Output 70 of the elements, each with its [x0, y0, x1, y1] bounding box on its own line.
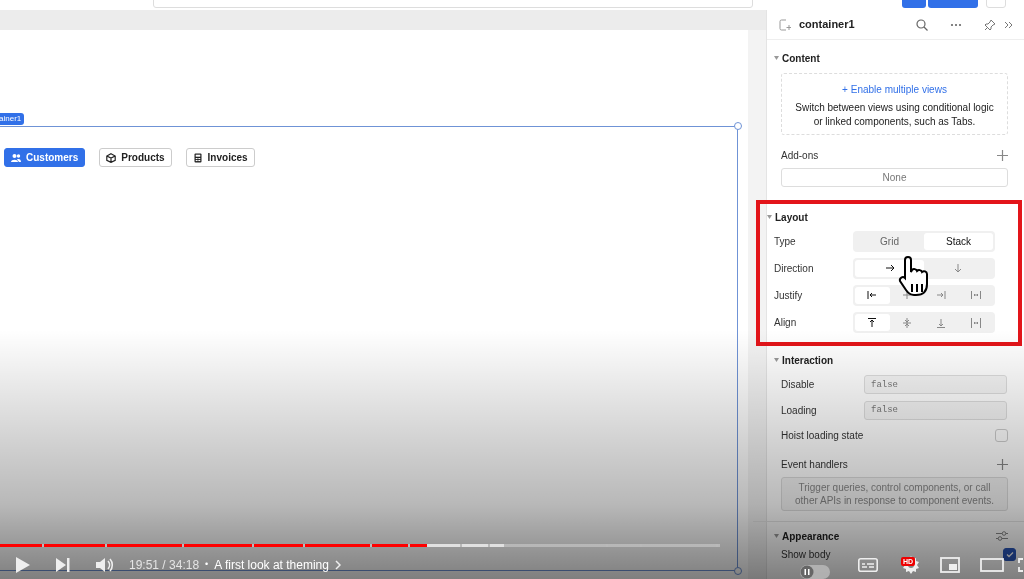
volume-icon[interactable] — [96, 557, 114, 573]
stretch-icon — [970, 317, 981, 328]
input-field[interactable]: false — [864, 375, 1007, 395]
progress-fill[interactable] — [0, 544, 427, 547]
video-time: 19:51 / 34:18 — [129, 557, 200, 574]
subtitles-icon[interactable] — [858, 558, 878, 572]
segment-option[interactable]: Stack — [924, 233, 993, 250]
segment-option[interactable]: Grid — [855, 233, 924, 250]
play-icon[interactable] — [16, 557, 30, 573]
input-field[interactable]: false — [864, 400, 1007, 420]
cube-icon — [106, 152, 117, 163]
section-heading[interactable]: Layout — [775, 210, 808, 225]
addons-field[interactable]: None — [781, 168, 1008, 187]
align-start-icon — [867, 290, 878, 301]
separator-dot: • — [205, 558, 209, 572]
miniplayer-icon[interactable] — [940, 557, 960, 573]
tab-button[interactable]: Products — [99, 148, 172, 167]
description-text: Switch between views using conditional logic or linked components, such as Tabs. — [794, 101, 995, 129]
progress-track[interactable] — [0, 544, 720, 547]
component-name: container1 — [799, 17, 856, 33]
container-label[interactable]: ainer1 — [0, 113, 25, 125]
empty-state-text: Trigger queries, control components, or call other APIs in response to component events. — [781, 476, 1008, 511]
field-label: Add-ons — [781, 149, 820, 163]
search-icon[interactable] — [916, 18, 928, 31]
chevron-icon[interactable] — [334, 560, 341, 570]
enable-views-link[interactable]: + Enable multiple views — [792, 82, 997, 97]
align-middle-icon — [901, 290, 912, 301]
check-icon — [1005, 550, 1014, 558]
tab-button[interactable]: Invoices — [185, 148, 255, 167]
field-label: Event handlers — [781, 457, 849, 472]
container-icon — [779, 18, 791, 31]
arrow-right-icon — [884, 263, 895, 274]
caret-icon[interactable] — [774, 56, 779, 61]
caret-icon[interactable] — [774, 533, 779, 539]
field-label: Show body — [781, 547, 831, 562]
align-top-icon — [867, 317, 878, 328]
field-label: Hoist loading state — [781, 429, 865, 444]
field-label: Disable — [781, 378, 816, 393]
plus-icon[interactable] — [997, 458, 1008, 470]
field-label: Direction — [774, 262, 815, 276]
space-between-icon — [970, 290, 981, 301]
fullscreen-icon[interactable] — [1018, 558, 1024, 572]
section-heading[interactable]: Appearance — [782, 528, 840, 544]
resize-handle[interactable] — [734, 567, 742, 575]
align-end-icon — [936, 290, 947, 301]
people-icon — [11, 152, 21, 163]
caret-icon[interactable] — [774, 358, 779, 363]
field-label: Loading — [781, 403, 818, 418]
next-icon[interactable] — [56, 558, 70, 572]
field-label: Type — [774, 235, 797, 249]
section-heading[interactable]: Content — [782, 51, 820, 66]
autoplay-toggle[interactable] — [800, 565, 830, 579]
checkbox[interactable] — [1003, 547, 1016, 561]
sliders-icon[interactable] — [996, 531, 1008, 541]
align-bottom-icon — [936, 317, 947, 328]
resize-handle[interactable] — [734, 122, 742, 130]
calculator-icon — [192, 152, 203, 163]
align-center-icon — [901, 317, 912, 328]
tab-button[interactable]: Customers — [4, 148, 86, 167]
more-icon[interactable] — [950, 22, 962, 27]
field-label: Justify — [774, 289, 804, 303]
field-label: Align — [774, 316, 798, 330]
caret-icon[interactable] — [767, 215, 772, 220]
collapse-icon[interactable] — [1004, 20, 1014, 29]
theater-icon[interactable] — [980, 558, 1004, 572]
plus-icon[interactable] — [997, 150, 1008, 161]
arrow-down-icon — [953, 263, 964, 274]
section-heading[interactable]: Interaction — [782, 353, 834, 368]
pin-icon[interactable] — [984, 18, 996, 31]
chapter-title[interactable]: A first look at theming — [214, 556, 329, 574]
